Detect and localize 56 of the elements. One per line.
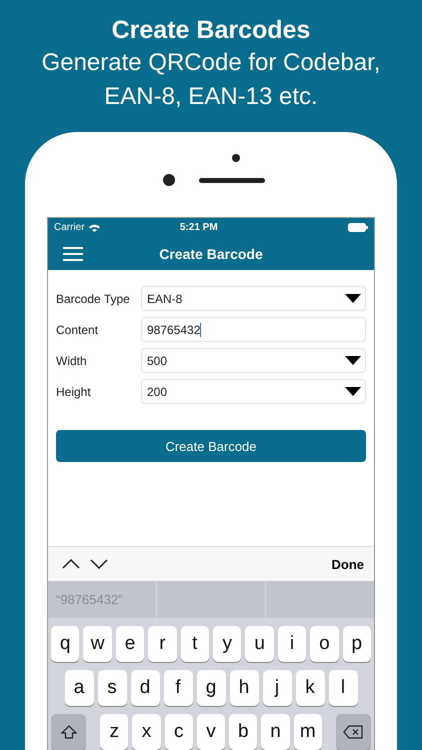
status-time: 5:21 PM [180,222,219,233]
keyboard-key[interactable]: p [342,626,372,662]
keyboard-key[interactable]: a [64,670,94,706]
caret-icon [345,387,361,396]
keyboard-key[interactable]: u [245,626,274,662]
delete-key[interactable] [336,714,372,750]
keyboard-key[interactable]: o [310,626,339,662]
keyboard-key[interactable]: c [164,714,193,750]
input-field[interactable]: 98765432 [141,317,366,342]
keyboard-key[interactable]: e [116,626,144,662]
dropdown[interactable]: 200 [141,379,366,404]
create-barcode-button[interactable]: Create Barcode [56,430,366,462]
keyboard-key[interactable]: t [180,626,209,662]
subtitle: Generate QRCode for Codebar, [42,48,380,78]
field-label: Width [56,354,88,368]
keyboard-key[interactable]: q [50,626,80,662]
keyboard-key[interactable]: i [278,626,306,662]
keyboard-key[interactable]: k [296,670,324,706]
keyboard-key[interactable]: s [98,670,126,706]
keyboard-key[interactable]: y [213,626,242,662]
speaker-icon [199,178,265,182]
keyboard-key[interactable]: h [230,670,258,706]
keyboard-key[interactable]: g [196,670,226,706]
camera-icon [163,174,175,186]
menu-icon [63,246,83,260]
menu-button[interactable] [63,246,83,260]
field-label: Content [56,322,100,336]
keyboard-key[interactable]: m [294,714,322,750]
shift-icon [60,725,77,739]
keyboard-key[interactable]: r [148,626,177,662]
caret-icon [345,294,361,303]
wifi-icon [88,224,100,232]
subtitle: EAN-8, EAN-13 etc. [103,82,319,112]
backspace-icon [343,725,364,739]
field-label: Height [56,384,92,398]
dropdown[interactable]: 500 [141,348,366,373]
keyboard-key[interactable]: d [130,670,160,706]
keyboard-key[interactable]: n [261,714,290,750]
keyboard-key[interactable]: j [262,670,292,706]
camera-icon [232,154,240,162]
keyboard-key[interactable]: f [164,670,192,706]
keyboard-key[interactable]: x [132,714,161,750]
keyboard-key[interactable]: b [229,714,258,750]
keyboard-key[interactable]: v [196,714,226,750]
done-button[interactable]: Done [332,556,364,572]
carrier-label: Carrier [54,222,85,233]
keyboard-key[interactable]: z [100,714,128,750]
headline: Create Barcodes [110,15,312,46]
keyboard-key[interactable]: l [328,670,358,706]
shift-key[interactable] [51,714,86,750]
dropdown[interactable]: EAN-8 [141,286,366,311]
keyboard-key[interactable]: w [83,626,112,662]
battery-icon [348,223,368,232]
field-label: Barcode Type [56,292,131,306]
screen-title: Create Barcode [159,246,263,262]
caret-icon [345,356,361,365]
